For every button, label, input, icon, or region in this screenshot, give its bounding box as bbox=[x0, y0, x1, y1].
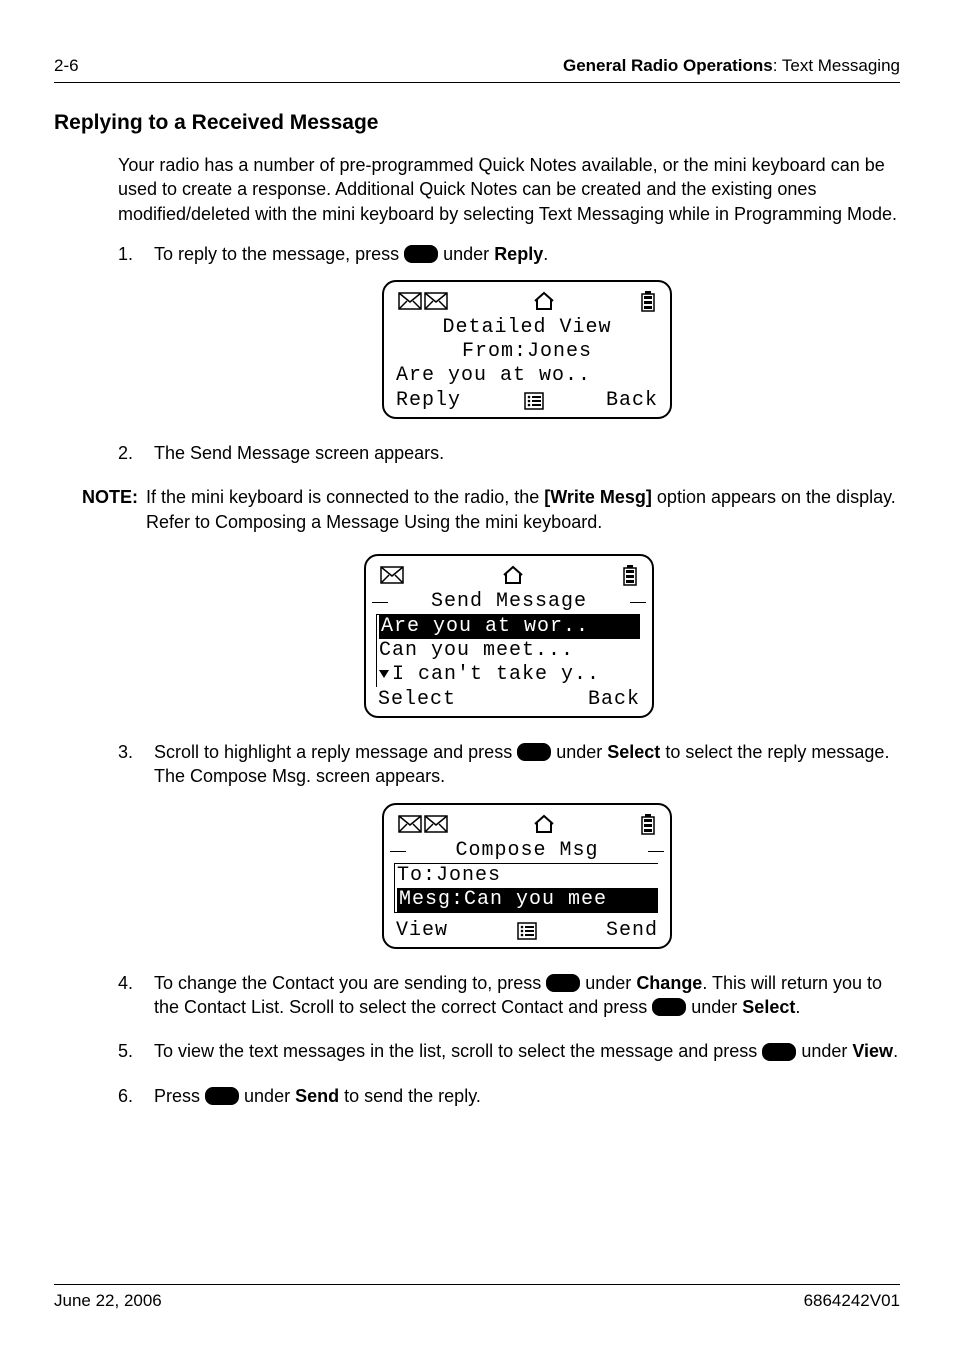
home-icon bbox=[501, 565, 525, 585]
envelope-icon bbox=[424, 815, 448, 833]
step-5: To view the text messages in the list, s… bbox=[118, 1039, 900, 1063]
step-5-text-d: . bbox=[893, 1041, 898, 1061]
softkey-back[interactable]: Back bbox=[606, 391, 658, 411]
step-6: Press under Send to send the reply. bbox=[118, 1084, 900, 1108]
header-section: General Radio Operations bbox=[563, 56, 773, 75]
step-3-text-a: Scroll to highlight a reply message and … bbox=[154, 742, 517, 762]
step-3-text-b: under bbox=[556, 742, 607, 762]
screen1-body: Are you at wo.. bbox=[396, 364, 658, 388]
list-item[interactable]: Can you meet... bbox=[379, 639, 640, 663]
envelope-icon bbox=[398, 292, 422, 310]
compose-mesg[interactable]: Mesg:Can you mee bbox=[397, 888, 658, 912]
step-5-text-b: under bbox=[801, 1041, 852, 1061]
step-6-text-a: Press bbox=[154, 1086, 205, 1106]
intro-paragraph: Your radio has a number of pre-programme… bbox=[118, 153, 900, 226]
page-number: 2-6 bbox=[54, 56, 79, 76]
list-item[interactable]: I can't take y.. bbox=[379, 663, 640, 687]
screen2-title-row: Send Message bbox=[372, 590, 646, 614]
softkey-send[interactable]: Send bbox=[606, 921, 658, 941]
header-subsection: : Text Messaging bbox=[773, 56, 900, 75]
step-6-bold: Send bbox=[295, 1086, 339, 1106]
home-icon bbox=[532, 291, 556, 311]
down-arrow-icon bbox=[379, 670, 389, 678]
step-6-text-d: to send the reply. bbox=[344, 1086, 481, 1106]
step-2-text: The Send Message screen appears. bbox=[154, 443, 444, 463]
screen3-title-row: Compose Msg bbox=[390, 839, 664, 863]
screen3-title: Compose Msg bbox=[455, 839, 598, 862]
compose-mesg-row[interactable]: Mesg:Can you mee bbox=[397, 888, 658, 912]
note-block: NOTE: If the mini keyboard is connected … bbox=[82, 485, 900, 534]
menu-icon[interactable] bbox=[524, 392, 544, 410]
screen-send-message: Send Message Are you at wor.. Can you me… bbox=[364, 554, 654, 718]
softkey-view[interactable]: View bbox=[396, 921, 448, 941]
running-footer: June 22, 2006 6864242V01 bbox=[54, 1284, 900, 1311]
battery-icon bbox=[622, 564, 638, 586]
step-3: Scroll to highlight a reply message and … bbox=[118, 740, 900, 949]
step-1-text-a: To reply to the message, press bbox=[154, 244, 404, 264]
step-4-bold-select: Select bbox=[742, 997, 795, 1017]
section-title: Replying to a Received Message bbox=[54, 111, 900, 135]
softkey-icon bbox=[652, 998, 686, 1016]
step-1-text-d: . bbox=[543, 244, 548, 264]
step-3-bold: Select bbox=[607, 742, 660, 762]
softkey-icon bbox=[762, 1043, 796, 1061]
step-2: The Send Message screen appears. bbox=[118, 441, 900, 465]
step-4: To change the Contact you are sending to… bbox=[118, 971, 900, 1020]
screen1-title: Detailed View bbox=[396, 316, 658, 340]
step-4-text-a: To change the Contact you are sending to… bbox=[154, 973, 546, 993]
envelope-icon bbox=[398, 815, 422, 833]
running-header: 2-6 General Radio Operations: Text Messa… bbox=[54, 56, 900, 83]
softkey-icon bbox=[205, 1087, 239, 1105]
step-4-bold-change: Change bbox=[636, 973, 702, 993]
battery-icon bbox=[640, 290, 656, 312]
step-5-bold: View bbox=[852, 1041, 893, 1061]
step-5-text-a: To view the text messages in the list, s… bbox=[154, 1041, 762, 1061]
home-icon bbox=[532, 814, 556, 834]
softkey-reply[interactable]: Reply bbox=[396, 391, 461, 411]
screen1-from: From:Jones bbox=[396, 340, 658, 364]
softkey-back[interactable]: Back bbox=[588, 690, 640, 710]
compose-to[interactable]: To:Jones bbox=[397, 864, 658, 888]
step-1-text-b: under bbox=[443, 244, 494, 264]
envelope-icon bbox=[380, 566, 404, 584]
note-bold: [Write Mesg] bbox=[544, 487, 652, 507]
footer-date: June 22, 2006 bbox=[54, 1291, 162, 1311]
softkey-icon bbox=[404, 245, 438, 263]
screen-detailed-view: Detailed View From:Jones Are you at wo..… bbox=[382, 280, 672, 419]
step-4-text-b: under bbox=[585, 973, 636, 993]
listbox[interactable]: Are you at wor.. bbox=[379, 615, 640, 639]
softkey-icon bbox=[517, 743, 551, 761]
screen-compose-msg: Compose Msg To:Jones Mesg:Can you mee Vi… bbox=[382, 803, 672, 949]
note-text: If the mini keyboard is connected to the… bbox=[146, 485, 900, 534]
step-1-bold: Reply bbox=[494, 244, 543, 264]
step-6-text-b: under bbox=[244, 1086, 295, 1106]
list-item[interactable]: Are you at wor.. bbox=[379, 615, 640, 639]
step-1: To reply to the message, press under Rep… bbox=[118, 242, 900, 419]
step-4-text-g: . bbox=[795, 997, 800, 1017]
footer-docid: 6864242V01 bbox=[804, 1291, 900, 1311]
softkey-icon bbox=[546, 974, 580, 992]
screen2-title: Send Message bbox=[431, 590, 587, 613]
battery-icon bbox=[640, 813, 656, 835]
step-4-text-e: under bbox=[691, 997, 742, 1017]
menu-icon[interactable] bbox=[517, 922, 537, 940]
softkey-select[interactable]: Select bbox=[378, 690, 456, 710]
note-label: NOTE: bbox=[82, 485, 138, 534]
envelope-icon bbox=[424, 292, 448, 310]
header-right: General Radio Operations: Text Messaging bbox=[563, 56, 900, 76]
